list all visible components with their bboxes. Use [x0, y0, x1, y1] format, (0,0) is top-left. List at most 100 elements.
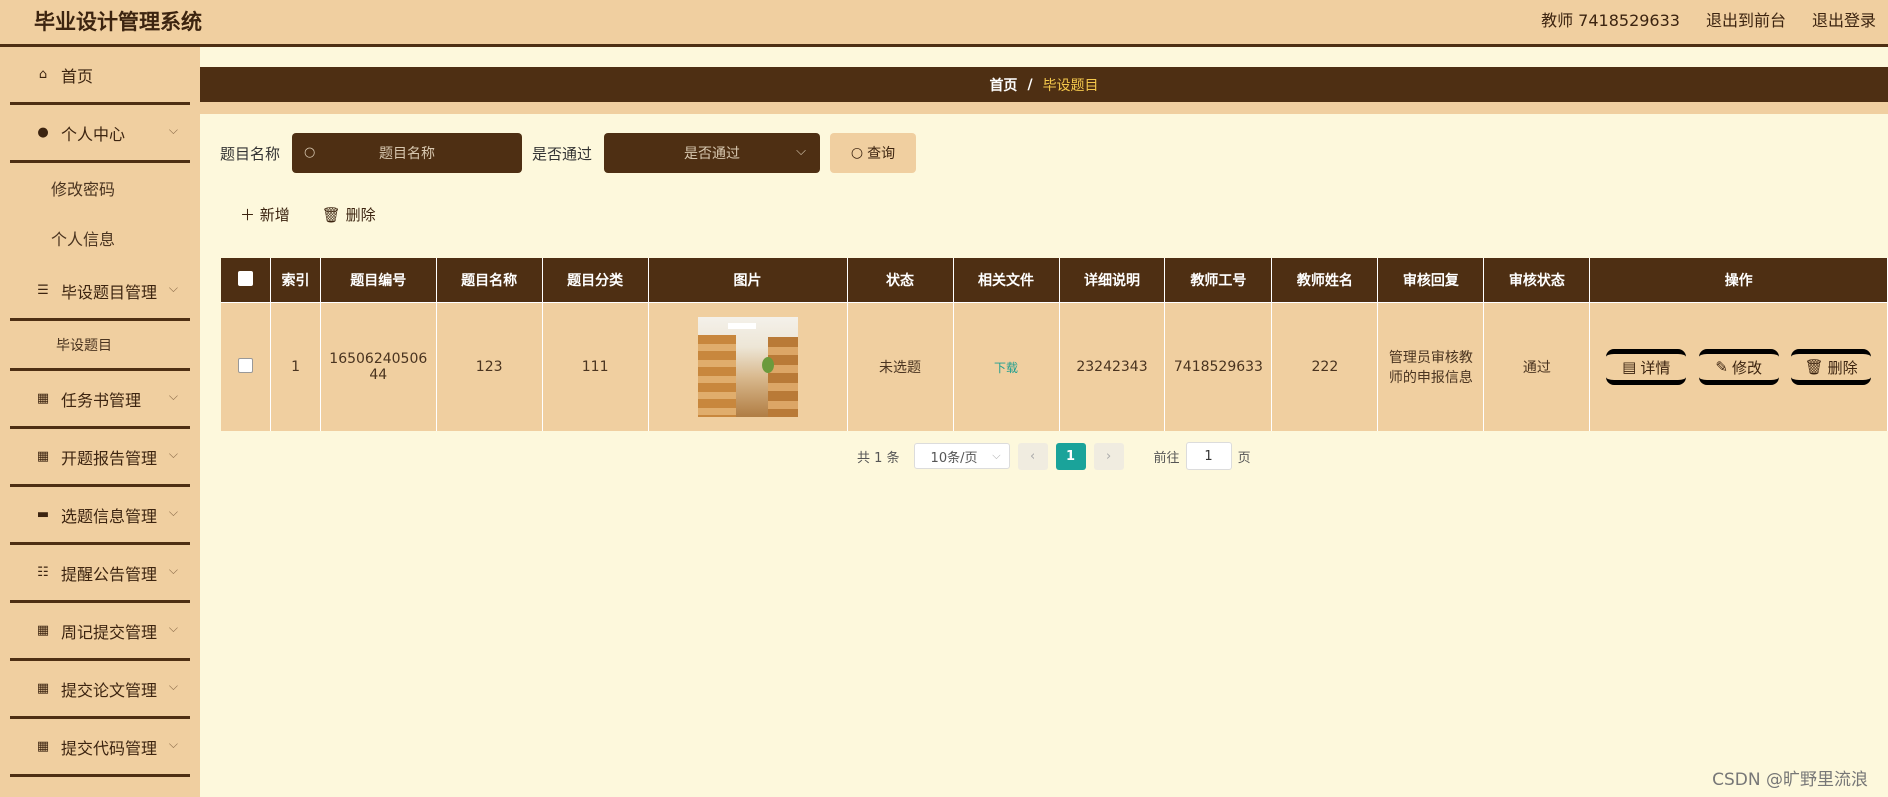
chevron-down-icon: ⌵	[168, 505, 178, 519]
detail-button-label: 详情	[1640, 358, 1671, 377]
col-header: 操作	[1589, 258, 1888, 303]
sidebar-item-home[interactable]: ⌂ 首页	[10, 47, 190, 105]
download-link[interactable]: 下载	[994, 361, 1018, 375]
page-number-current[interactable]: 1	[1055, 442, 1086, 470]
sidebar-item-opening-mgmt[interactable]: ▦ 开题报告管理 ⌵	[10, 429, 190, 487]
pass-select[interactable]: 是否通过 ⌵	[604, 133, 821, 173]
grid-icon: ▦	[36, 681, 50, 696]
sidebar-item-label: 开题报告管理	[61, 448, 158, 468]
page-unit-label: 页	[1237, 450, 1251, 466]
document-icon: ▤	[1622, 358, 1637, 376]
current-user: 教师 7418529633	[1541, 11, 1680, 30]
col-header: 教师工号	[1164, 258, 1273, 303]
edit-button[interactable]: ✎ 修改	[1698, 349, 1779, 385]
goto-page-input[interactable]: 1	[1185, 442, 1232, 470]
chevron-down-icon: ⌵	[168, 389, 178, 403]
topic-image[interactable]	[697, 317, 798, 417]
sidebar-item-notice-mgmt[interactable]: ☷ 提醒公告管理 ⌵	[10, 545, 190, 603]
row-delete-button-label: 删除	[1827, 358, 1858, 377]
topic-name-input[interactable]: ○ 题目名称	[292, 133, 523, 173]
delete-button[interactable]: 🗑 删除	[322, 204, 376, 225]
user-icon: ●	[37, 125, 49, 140]
trash-icon: 🗑	[321, 206, 341, 224]
table-row: 1 1650624050644 123 111 未选题 下载 23242343 …	[221, 302, 1888, 431]
chevron-down-icon: ⌵	[168, 281, 178, 295]
grid-icon: ▦	[36, 623, 50, 638]
chevron-down-icon: ⌵	[168, 123, 178, 137]
col-header: 题目名称	[436, 258, 543, 303]
prev-page-button[interactable]: ‹	[1017, 442, 1048, 470]
monitor-icon: ▬	[36, 507, 50, 522]
sidebar: ⌂ 首页 ● 个人中心 ⌵ 修改密码 个人信息 ☰ 毕设题目管理 ⌵ 毕设题目 …	[0, 47, 200, 797]
cell-detail: 23242343	[1059, 302, 1166, 431]
topic-table: 索引 题目编号 题目名称 题目分类 图片 状态 相关文件 详细说明 教师工号 教…	[221, 258, 1888, 431]
sidebar-item-thesis-mgmt[interactable]: ▦ 提交论文管理 ⌵	[10, 661, 190, 719]
row-checkbox[interactable]	[238, 357, 254, 373]
chevron-down-icon: ⌵	[168, 621, 178, 635]
col-header: 题目分类	[542, 258, 649, 303]
cell-file: 下载	[953, 302, 1060, 431]
chevron-down-icon: ⌵	[168, 447, 178, 461]
table-actions: ＋ 新增 🗑 删除	[240, 204, 376, 225]
delete-button-label: 删除	[345, 206, 376, 224]
sidebar-item-label: 个人中心	[61, 124, 126, 144]
chevron-right-icon: ›	[1105, 448, 1112, 464]
breadcrumb: 首页 / 毕设题目	[200, 67, 1888, 102]
sidebar-item-code-mgmt[interactable]: ▦ 提交代码管理 ⌵	[10, 719, 190, 777]
breadcrumb-home[interactable]: 首页	[989, 75, 1017, 95]
sidebar-item-weekly-mgmt[interactable]: ▦ 周记提交管理 ⌵	[10, 603, 190, 661]
divider-band	[200, 102, 1888, 114]
total-count: 共 1 条	[857, 450, 900, 466]
table-header-row: 索引 题目编号 题目名称 题目分类 图片 状态 相关文件 详细说明 教师工号 教…	[221, 258, 1888, 303]
grid-icon: ▦	[36, 391, 50, 406]
col-header: 图片	[648, 258, 848, 303]
query-button[interactable]: ○ 查询	[830, 133, 917, 173]
sidebar-item-task-mgmt[interactable]: ▦ 任务书管理 ⌵	[10, 371, 190, 429]
cell-teacher-name: 222	[1271, 302, 1379, 431]
search-form: 题目名称 ○ 题目名称 是否通过 是否通过 ⌵ ○ 查询	[220, 133, 917, 173]
cell-category: 111	[542, 302, 649, 431]
chevron-down-icon: ⌵	[168, 563, 178, 577]
add-button-label: 新增	[259, 206, 290, 224]
image-detail	[767, 337, 798, 417]
topic-name-placeholder: 题目名称	[379, 146, 436, 162]
header-actions: 教师 7418529633 退出到前台 退出登录	[1541, 7, 1876, 31]
page-size-select[interactable]: 10条/页 ⌵	[913, 443, 1010, 469]
home-icon: ⌂	[38, 67, 48, 82]
detail-button[interactable]: ▤ 详情	[1606, 349, 1687, 385]
sidebar-item-topic-mgmt[interactable]: ☰ 毕设题目管理 ⌵	[10, 263, 190, 321]
pagination: 共 1 条 10条/页 ⌵ ‹ 1 › 前往 1 页	[857, 442, 1251, 470]
row-select-cell[interactable]	[221, 302, 272, 431]
logout-link[interactable]: 退出登录	[1812, 7, 1876, 31]
pencil-icon: ✎	[1715, 358, 1728, 376]
topic-name-label: 题目名称	[220, 144, 281, 163]
chevron-down-icon: ⌵	[168, 679, 178, 693]
row-delete-button[interactable]: 🗑 删除	[1791, 349, 1872, 385]
sidebar-item-label: 提交代码管理	[61, 738, 158, 758]
sidebar-item-selection-mgmt[interactable]: ▬ 选题信息管理 ⌵	[10, 487, 190, 545]
chevron-down-icon: ⌵	[992, 449, 1001, 462]
next-page-button[interactable]: ›	[1093, 442, 1124, 470]
sidebar-item-label: 提醒公告管理	[61, 564, 158, 584]
cell-audit: 通过	[1483, 302, 1591, 431]
col-header: 审核回复	[1377, 258, 1485, 303]
sidebar-subitem-change-password[interactable]: 修改密码	[0, 163, 200, 213]
col-header: 题目编号	[320, 258, 437, 303]
sidebar-item-personal[interactable]: ● 个人中心 ⌵	[10, 105, 190, 163]
breadcrumb-current: 毕设题目	[1042, 77, 1099, 94]
col-header: 相关文件	[953, 258, 1060, 303]
back-to-front-link[interactable]: 退出到前台	[1706, 7, 1786, 31]
query-button-label: 查询	[867, 146, 896, 162]
sidebar-subitem-topic[interactable]: 毕设题目	[10, 321, 190, 371]
add-button[interactable]: ＋ 新增	[240, 204, 290, 225]
sidebar-item-label: 首页	[61, 66, 94, 86]
select-all-cell[interactable]	[221, 258, 272, 303]
sidebar-subitem-personal-info[interactable]: 个人信息	[0, 213, 200, 263]
sliders-icon: ☷	[37, 565, 49, 580]
select-all-checkbox[interactable]	[238, 270, 254, 286]
goto-label: 前往	[1153, 450, 1180, 466]
cell-index: 1	[270, 302, 321, 431]
image-detail	[727, 323, 756, 329]
cell-image	[648, 302, 848, 431]
pass-select-placeholder: 是否通过	[684, 146, 741, 162]
